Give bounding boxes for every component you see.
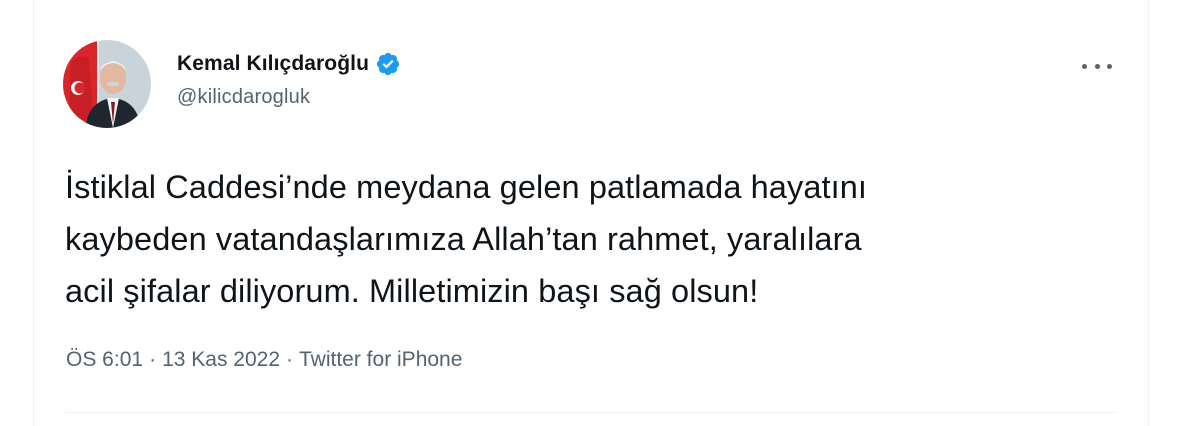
author-block: Kemal Kılıçdaroğlu @kilicdarogluk	[177, 48, 401, 109]
more-dot	[1107, 63, 1112, 69]
verified-badge-icon	[375, 51, 401, 77]
author-handle[interactable]: @kilicdarogluk	[177, 86, 401, 109]
avatar[interactable]	[63, 40, 151, 128]
more-dot	[1082, 63, 1087, 69]
tweet-text: İstiklal Caddesi’nde meydana gelen patla…	[65, 169, 868, 309]
more-options-icon[interactable]	[1082, 56, 1112, 76]
tweet-meta: ÖS 6:01 · 13 Kas 2022 · Twitter for iPho…	[66, 348, 462, 372]
tweet-source[interactable]: Twitter for iPhone	[299, 348, 462, 372]
divider	[65, 412, 1117, 413]
meta-separator: ·	[286, 348, 293, 371]
tweet-date[interactable]: 13 Kas 2022	[162, 348, 280, 372]
tweet-header: Kemal Kılıçdaroğlu @kilicdarogluk	[34, 36, 1148, 136]
more-dot	[1094, 63, 1100, 69]
tweet-time[interactable]: ÖS 6:01	[66, 348, 143, 372]
name-row: Kemal Kılıçdaroğlu	[177, 48, 401, 80]
meta-separator: ·	[149, 348, 157, 371]
tweet-card: Kemal Kılıçdaroğlu @kilicdarogluk İstikl…	[33, 0, 1149, 426]
author-display-name[interactable]: Kemal Kılıçdaroğlu	[177, 52, 369, 76]
